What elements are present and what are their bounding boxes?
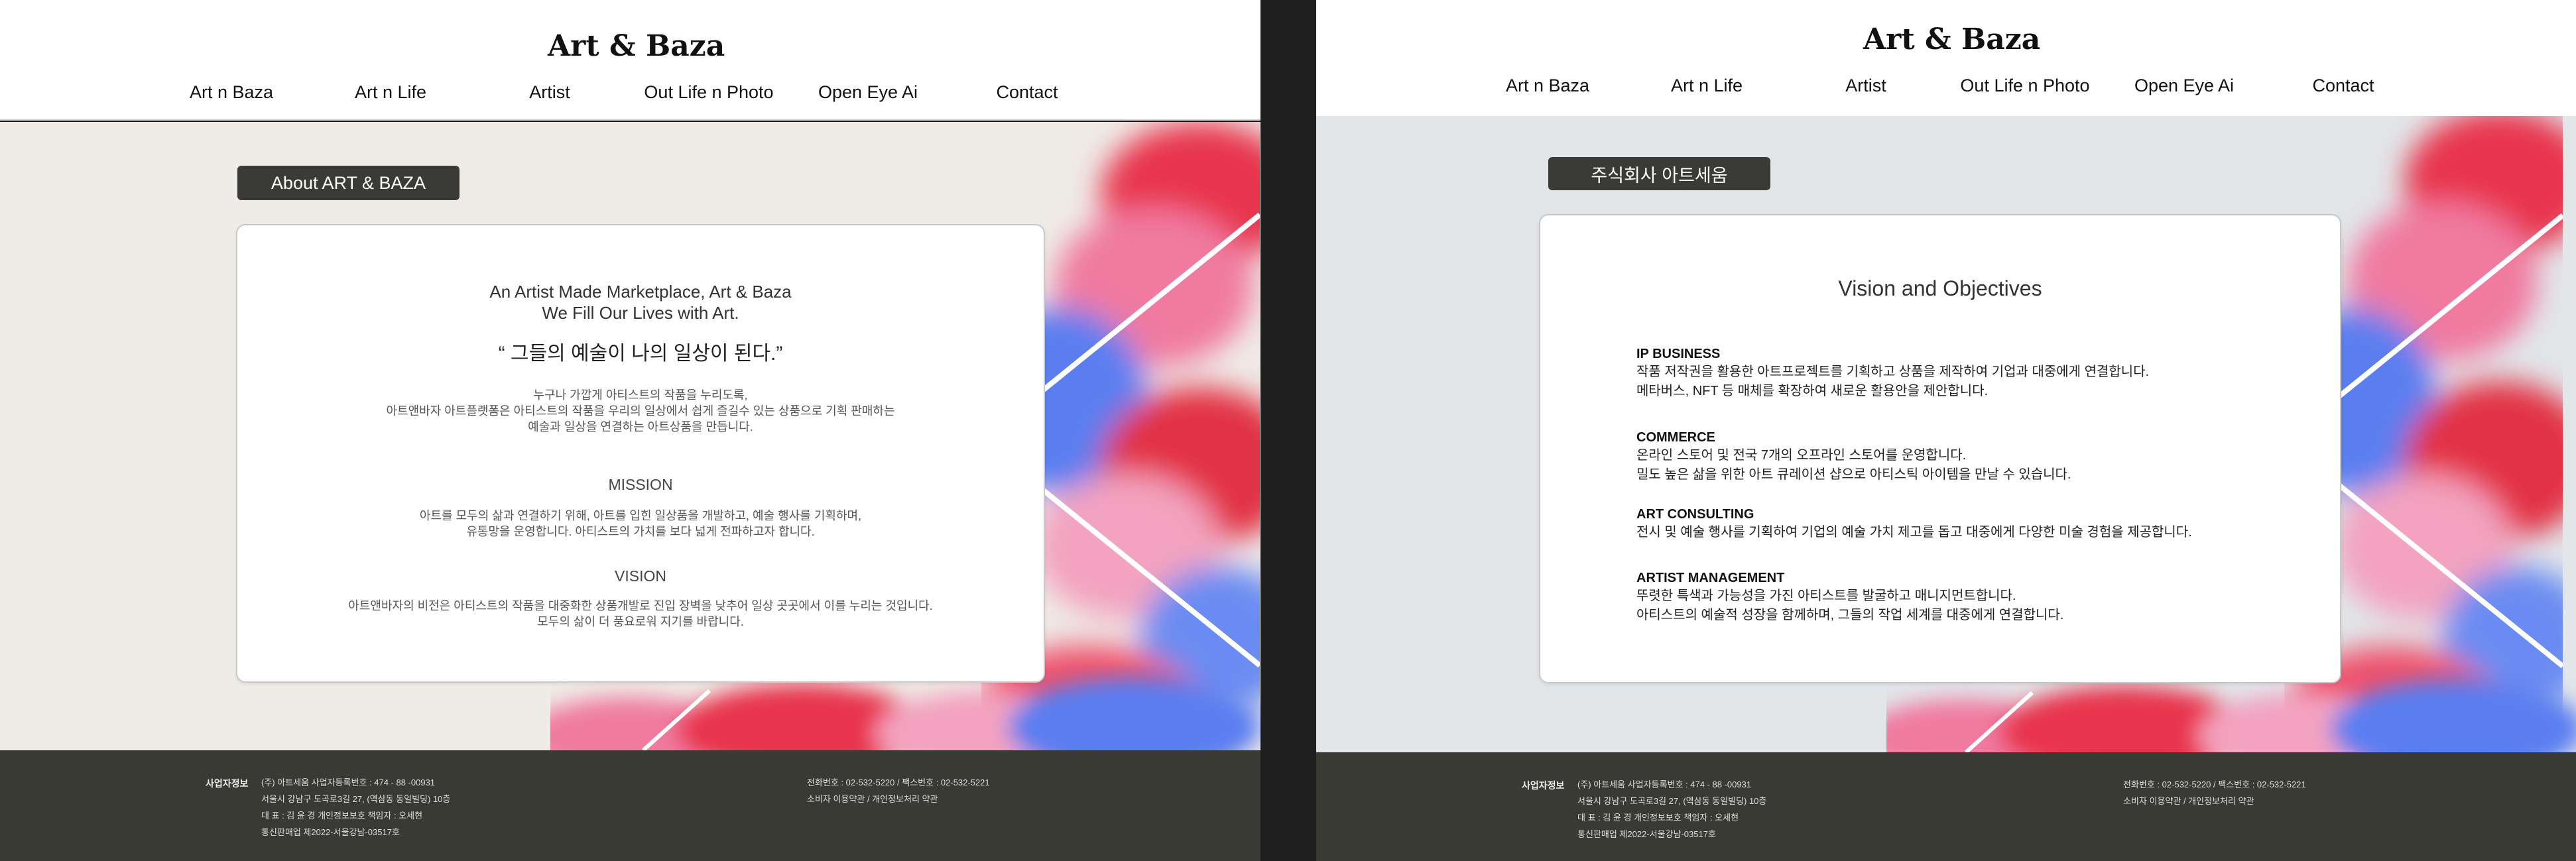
- objective-ip-business: IP BUSINESS 작품 저작권을 활용한 아트프로젝트를 기획하고 상품을…: [1636, 345, 2300, 401]
- site-footer: 사업자정보 (주) 아트세움 사업자등록번호 : 474 - 88 -00931…: [1316, 752, 2576, 861]
- nav-item-open-eye-ai[interactable]: Open Eye Ai: [2134, 76, 2234, 96]
- tagline: An Artist Made Marketplace, Art & Baza W…: [237, 281, 1044, 323]
- nav-item-contact[interactable]: Contact: [2312, 76, 2374, 96]
- objective-commerce: COMMERCE 온라인 스토어 및 전국 7개의 오프라인 스토어를 운영합니…: [1636, 429, 2300, 485]
- objective-line: 전시 및 예술 행사를 기획하여 기업의 예술 가치 제고를 돕고 대중에게 다…: [1636, 525, 2192, 540]
- footer-line-1: (주) 아트세움 사업자등록번호 : 474 - 88 -00931: [261, 777, 436, 787]
- nav-item-artist[interactable]: Artist: [529, 82, 570, 103]
- about-quote: “ 그들의 예술이 나의 일상이 된다.”: [498, 343, 783, 365]
- objective-line: 아티스트의 예술적 성장을 함께하며, 그들의 작업 세계를 대중에게 연결합니…: [1636, 608, 2064, 622]
- footer-line-4: 통신판매업 제2022-서울강남-03517호: [1577, 829, 1716, 839]
- vision-hero: 주식회사 아트세움 Vision and Objectives IP BUSIN…: [1316, 116, 2576, 752]
- footer-phone-fax: 전화번호 : 02-532-5220 / 팩스번호 : 02-532-5221: [2123, 779, 2306, 789]
- site-footer: 사업자정보 (주) 아트세움 사업자등록번호 : 474 - 88 -00931…: [0, 750, 1260, 861]
- about-card: An Artist Made Marketplace, Art & Baza W…: [236, 224, 1045, 683]
- vision-objectives-title: Vision and Objectives: [1838, 276, 2042, 300]
- objective-artist-management: ARTIST MANAGEMENT 뚜렷한 특색과 가능성을 가진 아티스트를 …: [1636, 569, 2300, 625]
- mission-text: 아트를 모두의 삶과 연결하기 위해, 아트를 입힌 일상품을 개발하고, 예술…: [237, 508, 1044, 540]
- site-header: Art & Baza Art n Baza Art n Life Artist …: [0, 0, 1260, 121]
- nav-item-art-n-baza[interactable]: Art n Baza: [1506, 76, 1589, 96]
- site-logo[interactable]: Art & Baza: [1863, 23, 2040, 56]
- nav-item-open-eye-ai[interactable]: Open Eye Ai: [818, 82, 918, 103]
- about-badge: About ART & BAZA: [237, 166, 460, 200]
- footer-policy-links[interactable]: 소비자 이용약관 / 개인정보처리 약관: [807, 791, 990, 807]
- objective-line: 온라인 스토어 및 전국 7개의 오프라인 스토어를 운영합니다.: [1636, 448, 1967, 463]
- nav-item-out-life-n-photo[interactable]: Out Life n Photo: [644, 82, 773, 103]
- objective-title: COMMERCE: [1636, 430, 1715, 445]
- nav-item-artist[interactable]: Artist: [1845, 76, 1886, 96]
- footer-business-label: 사업자정보: [1522, 780, 1565, 791]
- objective-art-consulting: ART CONSULTING 전시 및 예술 행사를 기획하여 기업의 예술 가…: [1636, 506, 2300, 542]
- objective-line: 뚜렷한 특색과 가능성을 가진 아티스트를 발굴하고 매니지먼트합니다.: [1636, 589, 2016, 603]
- vision-heading: VISION: [615, 567, 666, 585]
- panel-divider: [1260, 0, 1316, 861]
- objective-title: ART CONSULTING: [1636, 507, 1754, 522]
- footer-line-1: (주) 아트세움 사업자등록번호 : 474 - 88 -00931: [1577, 779, 1752, 789]
- nav-item-contact[interactable]: Contact: [996, 82, 1058, 103]
- footer-line-3: 대 표 : 김 윤 경 개인정보보호 책임자 : 오세현: [261, 811, 423, 821]
- site-header: Art & Baza Art n Baza Art n Life Artist …: [1316, 0, 2576, 116]
- intro-line-2: 아트앤바자 아트플랫폼은 아티스트의 작품을 우리의 일상에서 쉽게 즐길수 있…: [386, 404, 895, 418]
- vision-card: Vision and Objectives IP BUSINESS 작품 저작권…: [1539, 214, 2341, 683]
- footer-policy-links[interactable]: 소비자 이용약관 / 개인정보처리 약관: [2123, 793, 2306, 809]
- intro-line-1: 누구나 가깝게 아티스트의 작품을 누리도록,: [533, 388, 748, 402]
- objective-title: IP BUSINESS: [1636, 347, 1721, 361]
- footer-line-2: 서울시 강남구 도곡로3길 27, (역삼동 동일빌딩) 10층: [261, 794, 451, 804]
- objective-line: 작품 저작권을 활용한 아트프로젝트를 기획하고 상품을 제작하여 기업과 대중…: [1636, 365, 2150, 379]
- nav-item-art-n-baza[interactable]: Art n Baza: [190, 82, 273, 103]
- site-logo[interactable]: Art & Baza: [548, 29, 725, 63]
- footer-contact-info: 전화번호 : 02-532-5220 / 팩스번호 : 02-532-5221 …: [2123, 776, 2306, 809]
- footer-business-info: (주) 아트세움 사업자등록번호 : 474 - 88 -00931 서울시 강…: [261, 774, 450, 840]
- mission-line-2: 유통망을 운영합니다. 아티스트의 가치를 보다 넓게 전파하고자 합니다.: [466, 525, 815, 538]
- intro-line-3: 예술과 일상을 연결하는 아트상품을 만듭니다.: [528, 420, 753, 433]
- mission-heading: MISSION: [608, 476, 673, 493]
- footer-line-2: 서울시 강남구 도곡로3길 27, (역삼동 동일빌딩) 10층: [1577, 796, 1767, 806]
- company-badge: 주식회사 아트세움: [1548, 157, 1770, 190]
- tagline-line-1: An Artist Made Marketplace, Art & Baza: [489, 282, 792, 302]
- objective-line: 메타버스, NFT 등 매체를 확장하여 새로운 활용안을 제안합니다.: [1636, 384, 1989, 398]
- objective-line: 밀도 높은 삶을 위한 아트 큐레이션 샵으로 아티스틱 아이템을 만날 수 있…: [1636, 467, 2071, 482]
- nav-item-art-n-life[interactable]: Art n Life: [1671, 76, 1743, 96]
- about-page-panel: Art & Baza Art n Baza Art n Life Artist …: [0, 0, 1260, 861]
- footer-contact-info: 전화번호 : 02-532-5220 / 팩스번호 : 02-532-5221 …: [807, 774, 990, 807]
- nav-item-art-n-life[interactable]: Art n Life: [355, 82, 426, 103]
- objective-title: ARTIST MANAGEMENT: [1636, 571, 1785, 585]
- about-hero: About ART & BAZA An Artist Made Marketpl…: [0, 122, 1260, 750]
- tagline-line-2: We Fill Our Lives with Art.: [542, 303, 739, 323]
- vision-page-panel: Art & Baza Art n Baza Art n Life Artist …: [1316, 0, 2576, 861]
- footer-business-label: 사업자정보: [206, 778, 249, 789]
- footer-phone-fax: 전화번호 : 02-532-5220 / 팩스번호 : 02-532-5221: [807, 777, 990, 787]
- footer-business-info: (주) 아트세움 사업자등록번호 : 474 - 88 -00931 서울시 강…: [1577, 776, 1766, 842]
- footer-line-3: 대 표 : 김 윤 경 개인정보보호 책임자 : 오세현: [1577, 813, 1739, 823]
- vision-line-1: 아트앤바자의 비전은 아티스트의 작품을 대중화한 상품개발로 진입 장벽을 낮…: [348, 599, 933, 612]
- about-intro: 누구나 가깝게 아티스트의 작품을 누리도록, 아트앤바자 아트플랫폼은 아티스…: [237, 387, 1044, 435]
- footer-line-4: 통신판매업 제2022-서울강남-03517호: [261, 827, 400, 837]
- nav-item-out-life-n-photo[interactable]: Out Life n Photo: [1960, 76, 2089, 96]
- vision-text: 아트앤바자의 비전은 아티스트의 작품을 대중화한 상품개발로 진입 장벽을 낮…: [237, 598, 1044, 630]
- vision-line-2: 모두의 삶이 더 풍요로워 지기를 바랍니다.: [537, 615, 744, 628]
- mission-line-1: 아트를 모두의 삶과 연결하기 위해, 아트를 입힌 일상품을 개발하고, 예술…: [419, 509, 862, 522]
